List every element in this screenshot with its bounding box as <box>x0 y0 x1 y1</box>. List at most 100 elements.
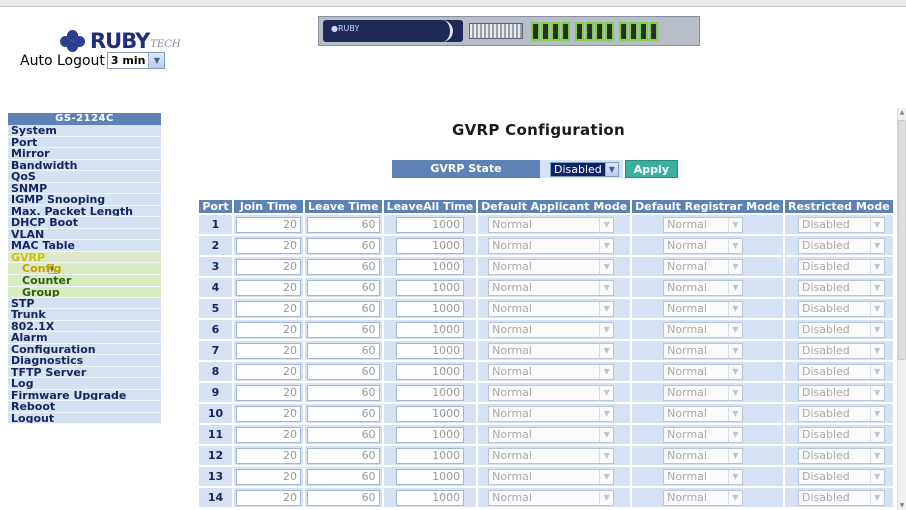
restricted-mode-select[interactable]: Disabled ▼ <box>797 426 885 443</box>
restricted-mode-select[interactable]: Disabled ▼ <box>797 216 885 233</box>
leave-time-input[interactable]: 60 <box>307 279 380 296</box>
registrar-mode-select[interactable]: Normal ▼ <box>663 363 743 380</box>
applicant-mode-select[interactable]: Normal ▼ <box>488 342 615 359</box>
scroll-thumb[interactable] <box>898 120 906 360</box>
sidebar-item-trunk[interactable]: Trunk <box>8 309 161 321</box>
join-time-input[interactable]: 20 <box>236 342 301 359</box>
join-time-input[interactable]: 20 <box>236 363 301 380</box>
join-time-input[interactable]: 20 <box>236 237 301 254</box>
sidebar-subitem-group[interactable]: Group <box>8 287 161 298</box>
applicant-mode-select[interactable]: Normal ▼ <box>488 468 615 485</box>
leaveall-time-input[interactable]: 1000 <box>395 489 465 506</box>
sidebar-item-logout[interactable]: Logout <box>8 413 161 424</box>
registrar-mode-select[interactable]: Normal ▼ <box>663 447 743 464</box>
leaveall-time-input[interactable]: 1000 <box>395 342 465 359</box>
vertical-scrollbar[interactable]: ▲ ▼ <box>897 108 906 510</box>
registrar-mode-select[interactable]: Normal ▼ <box>663 258 743 275</box>
restricted-mode-select[interactable]: Disabled ▼ <box>797 447 885 464</box>
sidebar-subitem-counter[interactable]: Counter <box>8 275 161 287</box>
join-time-input[interactable]: 20 <box>236 426 301 443</box>
registrar-mode-select[interactable]: Normal ▼ <box>663 237 743 254</box>
leave-time-input[interactable]: 60 <box>307 321 380 338</box>
applicant-mode-select[interactable]: Normal ▼ <box>488 279 615 296</box>
join-time-input[interactable]: 20 <box>236 447 301 464</box>
apply-button[interactable]: Apply <box>624 160 678 178</box>
registrar-mode-select[interactable]: Normal ▼ <box>663 426 743 443</box>
applicant-mode-select[interactable]: Normal ▼ <box>488 258 615 275</box>
leave-time-input[interactable]: 60 <box>307 258 380 275</box>
scroll-up-icon[interactable]: ▲ <box>898 108 906 117</box>
leave-time-input[interactable]: 60 <box>307 300 380 317</box>
sidebar-item-gvrp[interactable]: GVRP <box>8 252 161 263</box>
leave-time-input[interactable]: 60 <box>307 426 380 443</box>
sidebar-item-8021x[interactable]: 802.1X <box>8 321 161 332</box>
join-time-input[interactable]: 20 <box>236 300 301 317</box>
restricted-mode-select[interactable]: Disabled ▼ <box>797 342 885 359</box>
sidebar-subitem-config[interactable]: Config <box>8 263 161 275</box>
sidebar-item-tftp-server[interactable]: TFTP Server <box>8 367 161 378</box>
sidebar-item-mac-table[interactable]: MAC Table <box>8 240 161 252</box>
registrar-mode-select[interactable]: Normal ▼ <box>663 321 743 338</box>
leaveall-time-input[interactable]: 1000 <box>395 384 465 401</box>
leaveall-time-input[interactable]: 1000 <box>395 405 465 422</box>
gvrp-state-select[interactable]: Disabled ▼ <box>550 161 619 177</box>
auto-logout-select[interactable]: 3 min ▼ <box>106 52 166 69</box>
join-time-input[interactable]: 20 <box>236 258 301 275</box>
leave-time-input[interactable]: 60 <box>307 363 380 380</box>
leave-time-input[interactable]: 60 <box>307 237 380 254</box>
leaveall-time-input[interactable]: 1000 <box>395 279 465 296</box>
restricted-mode-select[interactable]: Disabled ▼ <box>797 405 885 422</box>
sidebar-item-log[interactable]: Log <box>8 378 161 390</box>
sidebar-item-max-packet-length[interactable]: Max. Packet Length <box>8 206 161 217</box>
registrar-mode-select[interactable]: Normal ▼ <box>663 279 743 296</box>
sidebar-item-dhcp-boot[interactable]: DHCP Boot <box>8 217 161 229</box>
sidebar-item-firmware-upgrade[interactable]: Firmware Upgrade <box>8 390 161 401</box>
restricted-mode-select[interactable]: Disabled ▼ <box>797 363 885 380</box>
applicant-mode-select[interactable]: Normal ▼ <box>488 237 615 254</box>
registrar-mode-select[interactable]: Normal ▼ <box>663 468 743 485</box>
applicant-mode-select[interactable]: Normal ▼ <box>488 489 615 506</box>
chevron-down-icon[interactable]: ▼ <box>148 53 165 68</box>
restricted-mode-select[interactable]: Disabled ▼ <box>797 384 885 401</box>
leave-time-input[interactable]: 60 <box>307 384 380 401</box>
leave-time-input[interactable]: 60 <box>307 447 380 464</box>
leaveall-time-input[interactable]: 1000 <box>395 258 465 275</box>
leaveall-time-input[interactable]: 1000 <box>395 237 465 254</box>
restricted-mode-select[interactable]: Disabled ▼ <box>797 300 885 317</box>
applicant-mode-select[interactable]: Normal ▼ <box>488 216 615 233</box>
applicant-mode-select[interactable]: Normal ▼ <box>488 363 615 380</box>
join-time-input[interactable]: 20 <box>236 384 301 401</box>
leaveall-time-input[interactable]: 1000 <box>395 216 465 233</box>
applicant-mode-select[interactable]: Normal ▼ <box>488 321 615 338</box>
leave-time-input[interactable]: 60 <box>307 216 380 233</box>
join-time-input[interactable]: 20 <box>236 489 301 506</box>
scroll-down-icon[interactable]: ▼ <box>898 501 906 510</box>
sidebar-item-diagnostics[interactable]: Diagnostics <box>8 355 161 367</box>
restricted-mode-select[interactable]: Disabled ▼ <box>797 237 885 254</box>
applicant-mode-select[interactable]: Normal ▼ <box>488 447 615 464</box>
join-time-input[interactable]: 20 <box>236 468 301 485</box>
registrar-mode-select[interactable]: Normal ▼ <box>663 384 743 401</box>
restricted-mode-select[interactable]: Disabled ▼ <box>797 489 885 506</box>
registrar-mode-select[interactable]: Normal ▼ <box>663 405 743 422</box>
restricted-mode-select[interactable]: Disabled ▼ <box>797 279 885 296</box>
leave-time-input[interactable]: 60 <box>307 342 380 359</box>
sidebar-item-vlan[interactable]: VLAN <box>8 229 161 240</box>
sidebar-item-mirror[interactable]: Mirror <box>8 148 161 160</box>
sidebar-item-system[interactable]: System <box>8 125 161 137</box>
leaveall-time-input[interactable]: 1000 <box>395 363 465 380</box>
restricted-mode-select[interactable]: Disabled ▼ <box>797 258 885 275</box>
sidebar-item-snmp[interactable]: SNMP <box>8 183 161 194</box>
registrar-mode-select[interactable]: Normal ▼ <box>663 342 743 359</box>
applicant-mode-select[interactable]: Normal ▼ <box>488 426 615 443</box>
leave-time-input[interactable]: 60 <box>307 405 380 422</box>
sidebar-item-bandwidth[interactable]: Bandwidth <box>8 160 161 171</box>
join-time-input[interactable]: 20 <box>236 405 301 422</box>
leaveall-time-input[interactable]: 1000 <box>395 300 465 317</box>
leaveall-time-input[interactable]: 1000 <box>395 426 465 443</box>
sidebar-item-stp[interactable]: STP <box>8 298 161 309</box>
join-time-input[interactable]: 20 <box>236 279 301 296</box>
sidebar-item-reboot[interactable]: Reboot <box>8 401 161 413</box>
join-time-input[interactable]: 20 <box>236 216 301 233</box>
applicant-mode-select[interactable]: Normal ▼ <box>488 300 615 317</box>
